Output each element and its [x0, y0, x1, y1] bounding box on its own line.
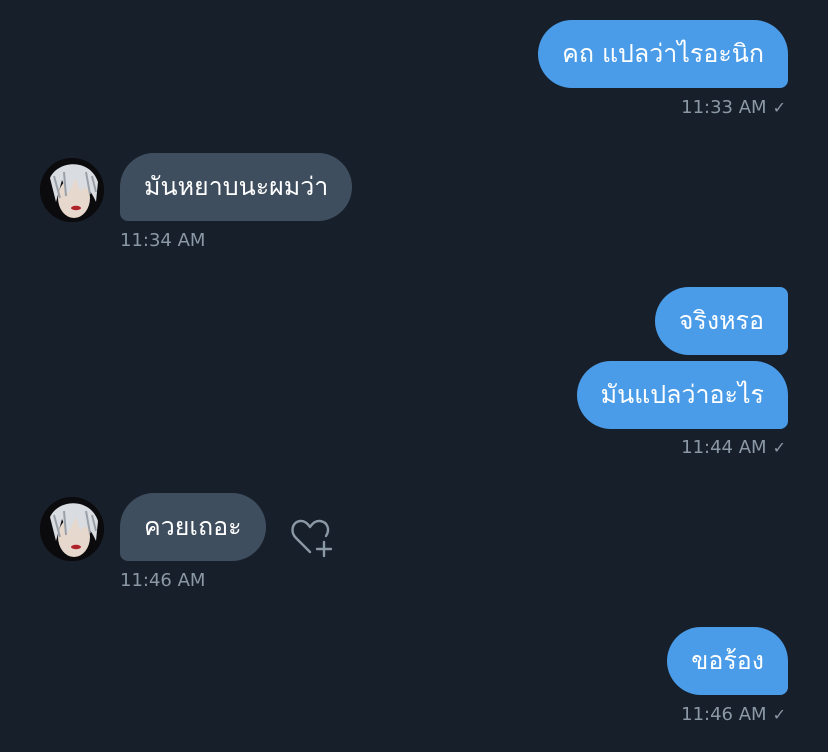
- message-bubble-incoming[interactable]: ควยเถอะ: [120, 493, 266, 561]
- user-avatar[interactable]: [40, 497, 104, 561]
- message-timestamp: 11:33 AM ✓: [681, 97, 786, 118]
- message-text: คถ แปลว่าไรอะนิก: [562, 39, 764, 68]
- message-bubble-outgoing[interactable]: จริงหรอ: [654, 287, 788, 355]
- message-timestamp: 11:46 AM: [120, 570, 206, 591]
- message-timestamp: 11:46 AM ✓: [681, 704, 786, 725]
- message-bubble-outgoing[interactable]: คถ แปลว่าไรอะนิก: [538, 20, 788, 88]
- checkmark-icon: ✓: [772, 438, 786, 457]
- message-text: ขอร้อง: [691, 646, 764, 675]
- message-text: มันแปลว่าอะไร: [600, 380, 764, 409]
- message-bubble-outgoing[interactable]: ขอร้อง: [667, 627, 788, 695]
- checkmark-icon: ✓: [772, 98, 786, 117]
- user-avatar[interactable]: [40, 158, 104, 222]
- avatar-image: [40, 158, 104, 222]
- message-timestamp: 11:34 AM: [120, 230, 206, 251]
- message-timestamp: 11:44 AM ✓: [681, 437, 786, 458]
- message-text: มันหยาบนะผมว่า: [144, 172, 329, 201]
- message-text: ควยเถอะ: [144, 512, 242, 541]
- avatar-image: [40, 497, 104, 561]
- message-bubble-incoming[interactable]: มันหยาบนะผมว่า: [120, 153, 353, 221]
- message-bubble-outgoing[interactable]: มันแปลว่าอะไร: [576, 361, 788, 429]
- checkmark-icon: ✓: [772, 705, 786, 724]
- message-text: จริงหรอ: [678, 306, 764, 335]
- heart-add-icon[interactable]: [288, 516, 336, 560]
